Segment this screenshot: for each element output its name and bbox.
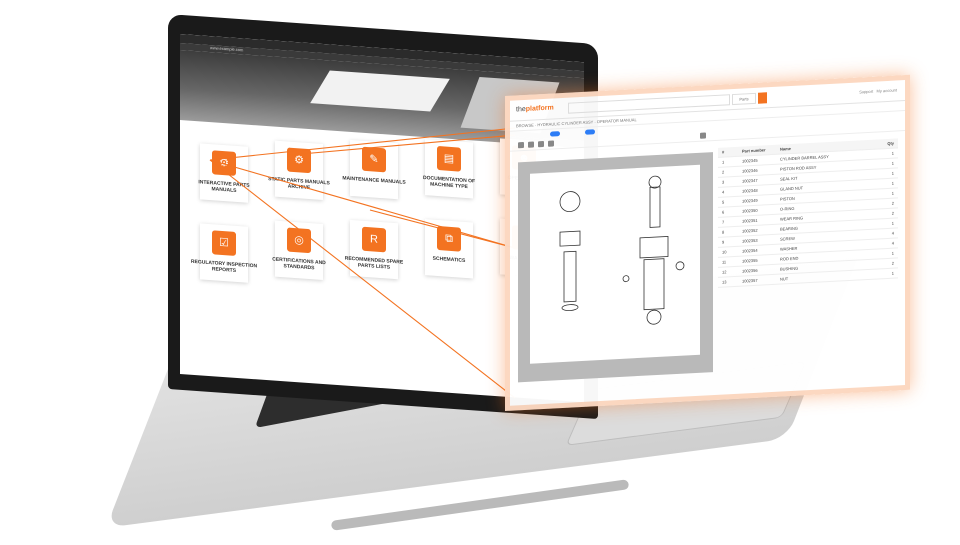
table-cell: 1	[891, 270, 894, 276]
product-mockup: www.example.com ⚙ INTERACTIVE PARTS MANU…	[0, 0, 960, 545]
table-cell: 7	[722, 219, 725, 225]
search-button[interactable]	[758, 92, 767, 104]
table-cell: 1002347	[742, 177, 758, 184]
header-qty[interactable]: Qty	[887, 139, 894, 148]
table-cell: 1	[891, 150, 894, 156]
table-cell: GLAND NUT	[780, 185, 804, 192]
connector-line	[209, 159, 516, 399]
table-cell: 1002351	[742, 217, 758, 224]
table-cell: 1002352	[742, 227, 758, 234]
table-cell: 1002353	[742, 237, 758, 244]
table-cell: 1	[891, 180, 894, 186]
table-cell: O-RING	[780, 205, 795, 212]
table-cell: 12	[722, 269, 727, 275]
table-cell: SEAL KIT	[780, 175, 798, 182]
header-part[interactable]: Part number	[742, 145, 766, 155]
table-cell: 2	[891, 200, 894, 206]
table-cell: 1002355	[742, 257, 758, 264]
fit-icon[interactable]	[538, 140, 544, 148]
table-cell: 10	[722, 249, 727, 255]
connector-line	[369, 209, 516, 249]
account-links[interactable]: Support My account	[859, 87, 897, 94]
expand-icon[interactable]	[700, 132, 706, 139]
print-icon[interactable]	[548, 140, 554, 147]
table-cell: 1	[722, 159, 725, 165]
table-cell: 1	[891, 190, 894, 196]
table-cell: 8	[722, 229, 725, 235]
table-cell: 4	[891, 230, 894, 236]
table-cell: BEARING	[780, 225, 799, 232]
parts-diagram	[559, 175, 685, 325]
table-cell: ROD END	[780, 255, 799, 262]
table-cell: 5	[722, 199, 725, 205]
table-cell: 2	[722, 169, 725, 175]
table-cell: 4	[891, 240, 894, 246]
table-cell: 1002349	[742, 197, 758, 204]
table-cell: 2	[891, 210, 894, 216]
logo[interactable]: theplatform	[516, 104, 554, 113]
table-cell: BUSHING	[780, 265, 799, 272]
search-type-select[interactable]: Parts	[732, 92, 756, 106]
header-name[interactable]: Name	[780, 144, 791, 154]
app-window: theplatform Parts Support My account BRO…	[505, 74, 910, 412]
search-input[interactable]	[568, 94, 730, 114]
table-cell: PISTON	[780, 195, 795, 202]
connector-line	[289, 134, 516, 156]
table-body: 1 1002345 CYLINDER BARREL ASSY 1 2 1002346 PIS…	[718, 148, 898, 288]
logo-prefix: the	[516, 105, 526, 114]
table-cell: 1	[891, 160, 894, 166]
account-link[interactable]: My account	[877, 87, 897, 93]
zoom-out-icon[interactable]	[528, 141, 534, 148]
header-num[interactable]: #	[722, 148, 724, 157]
support-link[interactable]: Support	[859, 89, 873, 95]
table-cell: 1	[891, 170, 894, 176]
table-cell: 1	[891, 250, 894, 256]
parts-table: # Part number Name Qty 1 1002345 CYLINDER …	[718, 138, 898, 357]
table-cell: 13	[722, 279, 727, 285]
connector-line	[209, 127, 516, 161]
table-cell: SCREW	[780, 235, 795, 242]
table-cell: 6	[722, 209, 725, 215]
logo-main: platform	[525, 104, 554, 113]
table-cell: 1002357	[742, 277, 758, 284]
table-cell: 1002356	[742, 267, 758, 274]
table-cell: 4	[722, 189, 725, 195]
toggle-switch[interactable]	[585, 129, 595, 135]
table-cell: NUT	[780, 276, 789, 282]
table-cell: 11	[722, 259, 727, 265]
zoom-in-icon[interactable]	[518, 142, 524, 149]
table-cell: 1002345	[742, 157, 758, 164]
connector-line	[209, 159, 516, 249]
exploded-drawing[interactable]	[530, 164, 700, 364]
table-cell: WASHER	[780, 245, 798, 252]
table-cell: 1002350	[742, 207, 758, 214]
table-cell: 1002346	[742, 167, 758, 174]
table-cell: 3	[722, 179, 725, 185]
table-cell: 1002348	[742, 187, 758, 194]
table-cell: 9	[722, 239, 725, 245]
table-cell: 1002354	[742, 247, 758, 254]
drawing-viewer[interactable]	[518, 152, 713, 383]
table-cell: WEAR RING	[780, 215, 804, 222]
toggle-switch[interactable]	[550, 131, 560, 137]
table-cell: 2	[891, 260, 894, 266]
table-cell: 1	[891, 220, 894, 226]
